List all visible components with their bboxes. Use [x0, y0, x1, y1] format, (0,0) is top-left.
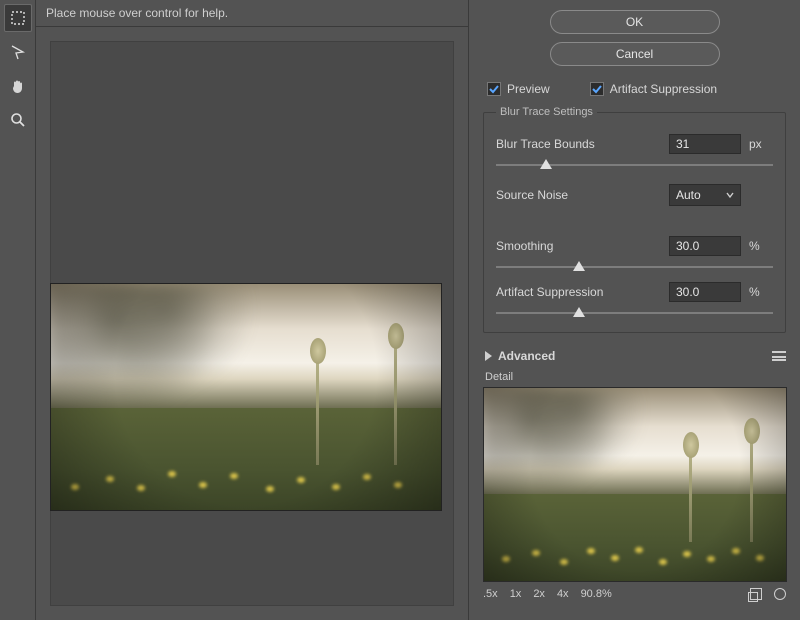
zoom-level[interactable]: .5x [483, 588, 498, 600]
noise-select[interactable]: Auto [669, 184, 741, 206]
hint-bar: Place mouse over control for help. [36, 0, 468, 27]
bounds-unit: px [749, 137, 773, 151]
image-placeholder [484, 388, 786, 581]
cancel-button[interactable]: Cancel [550, 42, 720, 66]
chevron-down-icon [726, 191, 734, 199]
smoothing-label: Smoothing [496, 239, 661, 253]
detail-label: Detail [485, 371, 786, 383]
zoom-level[interactable]: 1x [510, 588, 522, 600]
zoom-bar: .5x 1x 2x 4x 90.8% [483, 588, 786, 600]
smoothing-slider[interactable] [496, 260, 773, 274]
image-placeholder [51, 284, 441, 510]
compare-view-icon[interactable] [750, 588, 762, 600]
settings-panel: OK Cancel Preview Artifact Suppression B… [468, 0, 800, 620]
artsup-slider[interactable] [496, 306, 773, 320]
group-title: Blur Trace Settings [496, 106, 597, 118]
advanced-label: Advanced [498, 349, 555, 363]
loupe-icon[interactable] [774, 588, 786, 600]
zoom-current: 90.8% [581, 588, 612, 600]
checkbox-icon [590, 82, 604, 96]
marquee-tool[interactable] [4, 4, 32, 32]
artsup-label: Artifact Suppression [496, 285, 661, 299]
hand-tool[interactable] [4, 72, 32, 100]
blur-trace-settings-group: Blur Trace Settings Blur Trace Bounds px… [483, 106, 786, 333]
bounds-label: Blur Trace Bounds [496, 137, 661, 151]
ok-button[interactable]: OK [550, 10, 720, 34]
noise-value: Auto [676, 188, 701, 202]
noise-label: Source Noise [496, 188, 661, 202]
artsup-unit: % [749, 285, 773, 299]
main-column: Place mouse over control for help. [36, 0, 468, 620]
preview-area [36, 27, 468, 620]
preview-label: Preview [507, 82, 550, 96]
bounds-input[interactable] [669, 134, 741, 154]
artsup-input[interactable] [669, 282, 741, 302]
smoothing-input[interactable] [669, 236, 741, 256]
artifact-suppression-checkbox[interactable]: Artifact Suppression [590, 82, 717, 96]
main-image-preview[interactable] [50, 283, 442, 511]
lasso-tool[interactable] [4, 38, 32, 66]
disclosure-triangle-icon [485, 351, 492, 361]
smoothing-unit: % [749, 239, 773, 253]
preview-checkbox[interactable]: Preview [487, 82, 550, 96]
detail-preview[interactable] [483, 387, 787, 582]
panel-menu-icon[interactable] [772, 351, 786, 361]
bounds-slider[interactable] [496, 158, 773, 172]
zoom-level[interactable]: 2x [533, 588, 545, 600]
zoom-level[interactable]: 4x [557, 588, 569, 600]
advanced-toggle[interactable]: Advanced [485, 349, 786, 363]
zoom-tool[interactable] [4, 106, 32, 134]
checkbox-icon [487, 82, 501, 96]
artifact-label: Artifact Suppression [610, 82, 717, 96]
tool-column [0, 0, 36, 620]
